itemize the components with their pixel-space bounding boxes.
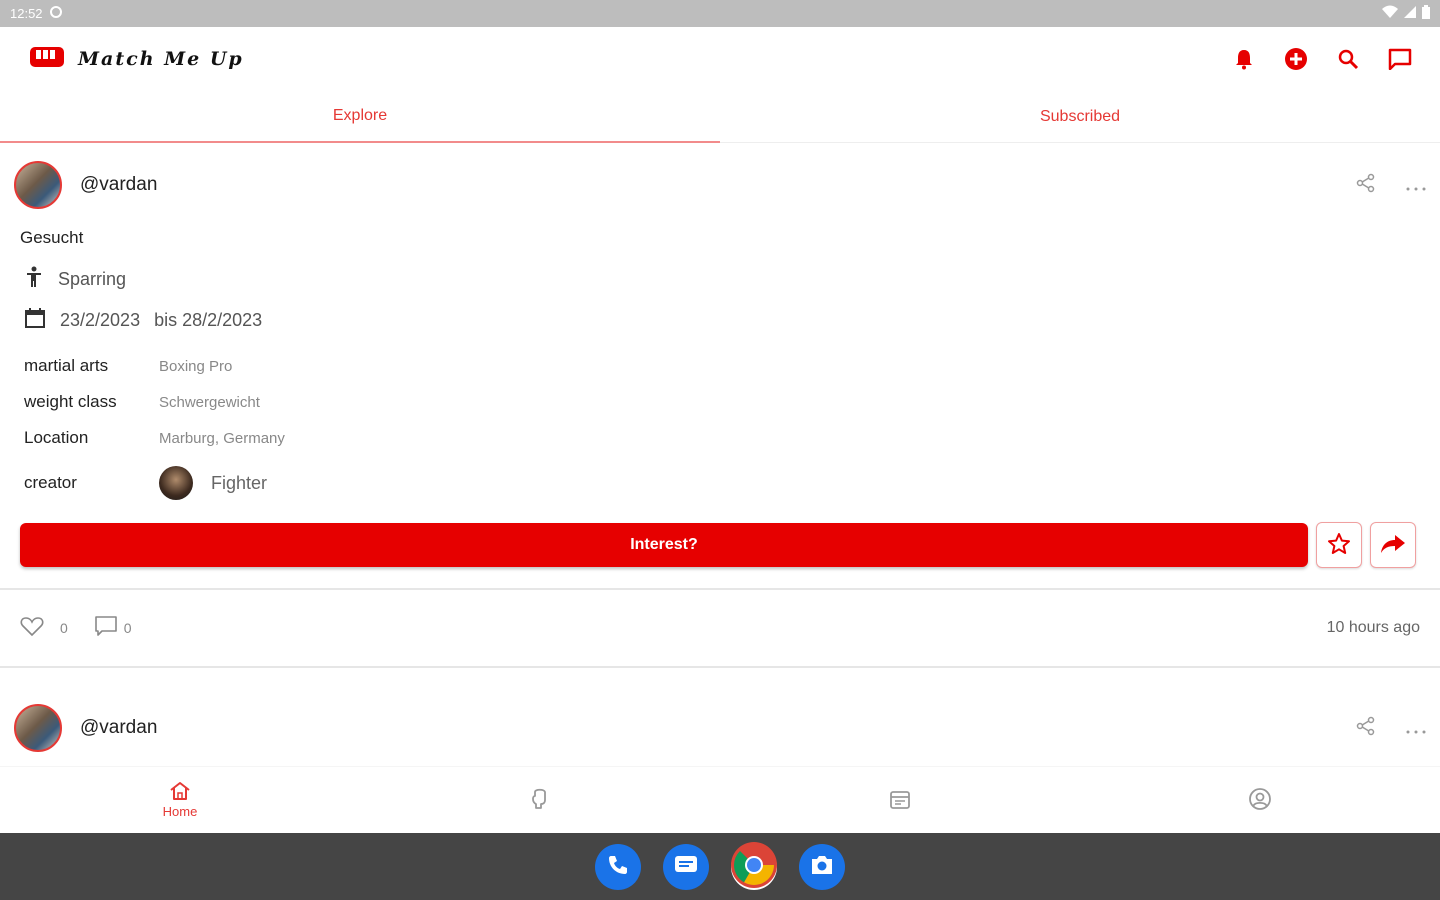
share-icon[interactable]: [1356, 173, 1376, 197]
search-icon[interactable]: [1336, 47, 1360, 71]
calendar-icon: [24, 307, 46, 334]
post-time-ago: 10 hours ago: [1326, 619, 1420, 636]
signal-icon: [1404, 5, 1416, 22]
system-dock: [0, 833, 1440, 900]
chat-icon[interactable]: [1388, 47, 1412, 71]
detail-key: martial arts: [24, 356, 109, 375]
bottom-nav: Home: [0, 766, 1440, 833]
post-type: Sparring: [58, 269, 127, 289]
heart-icon[interactable]: [20, 615, 44, 642]
post-header: @vardan: [0, 693, 1440, 763]
post-header: @vardan: [0, 150, 1440, 220]
post-section-label: Gesucht: [20, 228, 84, 247]
detail-key: weight class: [24, 392, 117, 411]
tab-explore[interactable]: Explore: [0, 91, 720, 143]
detail-value: Boxing Pro: [159, 357, 233, 375]
creator-name[interactable]: Fighter: [211, 473, 267, 494]
post-username[interactable]: @vardan: [80, 174, 157, 196]
nav-home-label: Home: [162, 804, 198, 819]
app-logo-text: Match Me Up: [78, 48, 244, 70]
comment-icon[interactable]: [94, 615, 118, 642]
person-icon: [24, 266, 44, 293]
dock-phone[interactable]: [595, 843, 641, 890]
avatar[interactable]: [14, 704, 62, 752]
dock-messages[interactable]: [663, 843, 709, 890]
favorite-button[interactable]: [1316, 522, 1362, 568]
detail-key: Location: [24, 428, 89, 447]
star-icon: [1327, 532, 1351, 559]
app-logo[interactable]: Match Me Up: [28, 43, 244, 75]
tab-subscribed[interactable]: Subscribed: [720, 91, 1440, 143]
camera-icon: [809, 854, 835, 880]
nav-calendar[interactable]: [720, 767, 1080, 833]
date-to: bis 28/2/2023: [154, 310, 263, 330]
comment-count: 0: [123, 620, 132, 636]
detail-row: martial arts Boxing Pro: [24, 348, 1420, 384]
post-footer: 0 0 10 hours ago: [0, 590, 1440, 666]
dock-chrome[interactable]: [731, 841, 777, 892]
post-username[interactable]: @vardan: [80, 717, 157, 739]
post-action-row: Interest?: [20, 522, 1420, 568]
fist-logo-icon: [28, 43, 66, 75]
post-date-row: 23/2/2023 bis 28/2/2023: [20, 307, 1420, 334]
post-type-row: Sparring: [20, 266, 1420, 293]
chrome-icon: [731, 841, 777, 892]
interest-button[interactable]: Interest?: [20, 523, 1308, 567]
creator-row: creator Fighter: [24, 456, 1420, 510]
calendar-icon: [889, 788, 911, 813]
avatar[interactable]: [14, 161, 62, 209]
profile-icon: [1248, 787, 1272, 814]
forward-arrow-icon: [1379, 532, 1407, 559]
home-icon: [169, 781, 191, 804]
status-bar: 12:52: [0, 0, 1440, 27]
post-card: @vardan: [0, 693, 1440, 763]
more-options-icon[interactable]: [1406, 176, 1426, 195]
creator-label: creator: [24, 473, 77, 492]
detail-value: Marburg, Germany: [159, 429, 285, 447]
app-bar: Match Me Up: [0, 27, 1440, 91]
battery-icon: [1422, 4, 1430, 23]
status-time: 12:52: [10, 6, 43, 21]
creator-avatar[interactable]: [159, 466, 193, 500]
post-details: martial arts Boxing Pro weight class Sch…: [20, 348, 1420, 510]
messages-icon: [673, 854, 699, 880]
add-circle-icon[interactable]: [1284, 47, 1308, 71]
date-from: 23/2/2023: [60, 310, 141, 330]
detail-row: weight class Schwergewicht: [24, 384, 1420, 420]
dock-camera[interactable]: [799, 843, 845, 890]
detail-row: Location Marburg, Germany: [24, 420, 1420, 456]
nav-profile[interactable]: [1080, 767, 1440, 833]
forward-button[interactable]: [1370, 522, 1416, 568]
more-options-icon[interactable]: [1406, 719, 1426, 738]
divider: [0, 666, 1440, 668]
tab-bar: Explore Subscribed: [0, 91, 1440, 143]
share-icon[interactable]: [1356, 716, 1376, 740]
phone-icon: [606, 853, 630, 881]
like-count: 0: [60, 620, 68, 636]
detail-value: Schwergewicht: [159, 393, 260, 411]
nav-home[interactable]: Home: [0, 767, 360, 833]
bell-icon[interactable]: [1232, 47, 1256, 71]
post-card: @vardan Gesucht Sparring 23/2/2023 bis 2…: [0, 150, 1440, 668]
sync-icon: [49, 5, 63, 23]
nav-matches[interactable]: [360, 767, 720, 833]
wifi-icon: [1382, 5, 1398, 23]
boxing-glove-icon: [530, 788, 550, 813]
